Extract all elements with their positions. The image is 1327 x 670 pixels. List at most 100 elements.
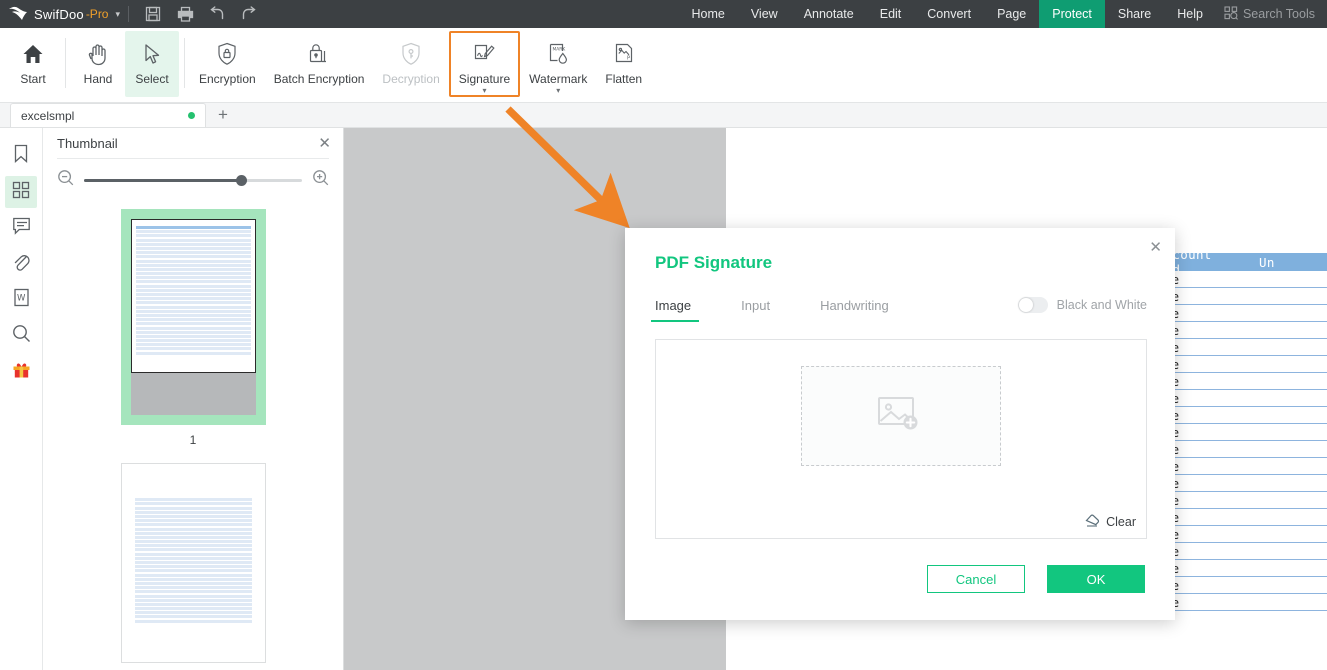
shield-key-icon — [400, 39, 422, 69]
search-tools-button[interactable]: Search Tools — [1216, 0, 1327, 28]
bookmark-icon — [13, 144, 29, 168]
dialog-tabs: Image Input Handwriting Black and White — [650, 297, 1147, 322]
search-tools-label: Search Tools — [1242, 7, 1315, 21]
rail-item-bookmark[interactable] — [5, 140, 37, 172]
thumbnail-zoom-row — [43, 159, 343, 201]
ribbon-decryption-button[interactable]: Decryption — [373, 31, 448, 97]
rail-item-comment[interactable] — [5, 212, 37, 244]
document-tab-label: excelsmpl — [21, 108, 75, 123]
menu-share[interactable]: Share — [1105, 0, 1164, 28]
undo-icon[interactable] — [204, 1, 230, 27]
swifdoo-logo-icon — [8, 5, 28, 23]
menu-annotate[interactable]: Annotate — [791, 0, 867, 28]
chevron-down-icon[interactable]: ▾ — [482, 87, 486, 95]
black-and-white-control[interactable]: Black and White — [1017, 297, 1147, 322]
thumbnail-frame[interactable] — [120, 209, 266, 425]
gift-icon — [12, 360, 31, 384]
clear-button[interactable]: Clear — [1085, 513, 1136, 530]
ribbon-watermark-label: Watermark — [529, 72, 588, 86]
dialog-actions: Cancel OK — [927, 565, 1145, 593]
ribbon-signature-button[interactable]: Signature ▾ — [448, 31, 521, 97]
modified-dot-icon — [188, 112, 195, 119]
cursor-icon — [142, 39, 162, 69]
slider-knob[interactable] — [235, 174, 247, 186]
column-header-unit: Un — [1259, 254, 1275, 270]
menu-home[interactable]: Home — [678, 0, 737, 28]
rail-item-word[interactable]: W — [5, 284, 37, 316]
app-window: SwifDoo -Pro ▾ Home View Annotate Edit C… — [0, 0, 1327, 670]
rail-item-search[interactable] — [5, 320, 37, 352]
thumbnail-page-1[interactable]: 1 — [43, 209, 343, 447]
pdf-signature-dialog: ✕ PDF Signature Image Input Handwriting … — [625, 228, 1175, 620]
svg-text:W: W — [17, 294, 26, 304]
thumbnail-preview — [130, 219, 256, 373]
redo-icon[interactable] — [236, 1, 262, 27]
print-icon[interactable] — [172, 1, 198, 27]
chevron-down-icon[interactable]: ▾ — [115, 9, 120, 20]
black-and-white-label: Black and White — [1056, 298, 1147, 312]
zoom-in-icon[interactable] — [312, 169, 329, 191]
tab-image[interactable]: Image — [650, 298, 700, 322]
batch-lock-icon — [307, 39, 331, 69]
rail-item-gift[interactable] — [5, 356, 37, 388]
thumbnail-list: 1 — [43, 201, 343, 670]
ribbon-signature-label: Signature — [458, 72, 511, 86]
ribbon-hand-button[interactable]: Hand — [71, 31, 125, 97]
menu-view[interactable]: View — [738, 0, 791, 28]
save-icon[interactable] — [140, 1, 166, 27]
divider — [65, 38, 66, 88]
thumbnail-panel-header: Thumbnail ✕ — [43, 128, 343, 158]
title-bar: SwifDoo -Pro ▾ Home View Annotate Edit C… — [0, 0, 1327, 28]
thumbnail-frame[interactable] — [120, 463, 266, 663]
menu-edit[interactable]: Edit — [867, 0, 915, 28]
ribbon-toolbar: Start Hand Select Encryption Batch Encry… — [0, 28, 1327, 103]
eraser-icon — [1085, 513, 1100, 530]
ribbon-batch-encryption-button[interactable]: Batch Encryption — [265, 31, 374, 97]
tab-handwriting[interactable]: Handwriting — [820, 298, 889, 322]
main-menu: Home View Annotate Edit Convert Page Pro… — [678, 0, 1327, 28]
ribbon-encryption-button[interactable]: Encryption — [190, 31, 265, 97]
brand[interactable]: SwifDoo -Pro ▾ — [0, 5, 120, 23]
thumbnail-panel: Thumbnail ✕ 1 — [43, 128, 344, 670]
word-icon: W — [13, 288, 30, 312]
thumbnail-zoom-slider[interactable] — [84, 174, 302, 186]
rail-item-attachment[interactable] — [5, 248, 37, 280]
menu-convert[interactable]: Convert — [914, 0, 984, 28]
thumbnail-grid-icon — [12, 181, 30, 204]
dialog-title: PDF Signature — [655, 253, 773, 272]
tab-input[interactable]: Input — [741, 298, 770, 322]
svg-text:MARK: MARK — [553, 47, 566, 53]
document-tab[interactable]: excelsmpl — [10, 103, 206, 127]
document-tab-bar: excelsmpl + — [0, 103, 1327, 128]
chevron-down-icon[interactable]: ▾ — [556, 87, 560, 95]
dialog-close-icon[interactable]: ✕ — [1149, 240, 1162, 255]
close-icon[interactable]: ✕ — [318, 136, 331, 151]
ok-button[interactable]: OK — [1047, 565, 1145, 593]
menu-protect[interactable]: Protect — [1039, 0, 1105, 28]
ribbon-start-button[interactable]: Start — [6, 31, 60, 97]
add-tab-button[interactable]: + — [218, 105, 228, 127]
thumbnail-page-2[interactable]: 2 — [43, 463, 343, 670]
rail-item-thumbnail[interactable] — [5, 176, 37, 208]
black-and-white-toggle[interactable] — [1017, 297, 1048, 313]
flatten-icon: P — [612, 39, 636, 69]
ribbon-flatten-label: Flatten — [605, 72, 643, 86]
menu-page[interactable]: Page — [984, 0, 1039, 28]
ribbon-encryption-label: Encryption — [199, 72, 256, 86]
image-dropzone[interactable] — [801, 366, 1001, 466]
menu-help[interactable]: Help — [1164, 0, 1216, 28]
thumbnail-panel-title: Thumbnail — [57, 135, 118, 151]
thumbnail-page-number: 1 — [189, 433, 197, 447]
slider-fill — [84, 178, 241, 182]
signature-canvas[interactable]: Clear — [655, 339, 1147, 539]
ribbon-flatten-button[interactable]: P Flatten — [596, 31, 651, 97]
attachment-icon — [12, 252, 30, 276]
ribbon-batch-encryption-label: Batch Encryption — [273, 72, 365, 86]
ribbon-watermark-button[interactable]: MARK Watermark ▾ — [520, 31, 596, 97]
watermark-icon: MARK — [546, 39, 570, 69]
ribbon-select-button[interactable]: Select — [125, 31, 179, 97]
thumbnail-preview — [130, 473, 256, 653]
toggle-knob — [1018, 298, 1033, 312]
cancel-button[interactable]: Cancel — [927, 565, 1025, 593]
zoom-out-icon[interactable] — [57, 169, 74, 191]
